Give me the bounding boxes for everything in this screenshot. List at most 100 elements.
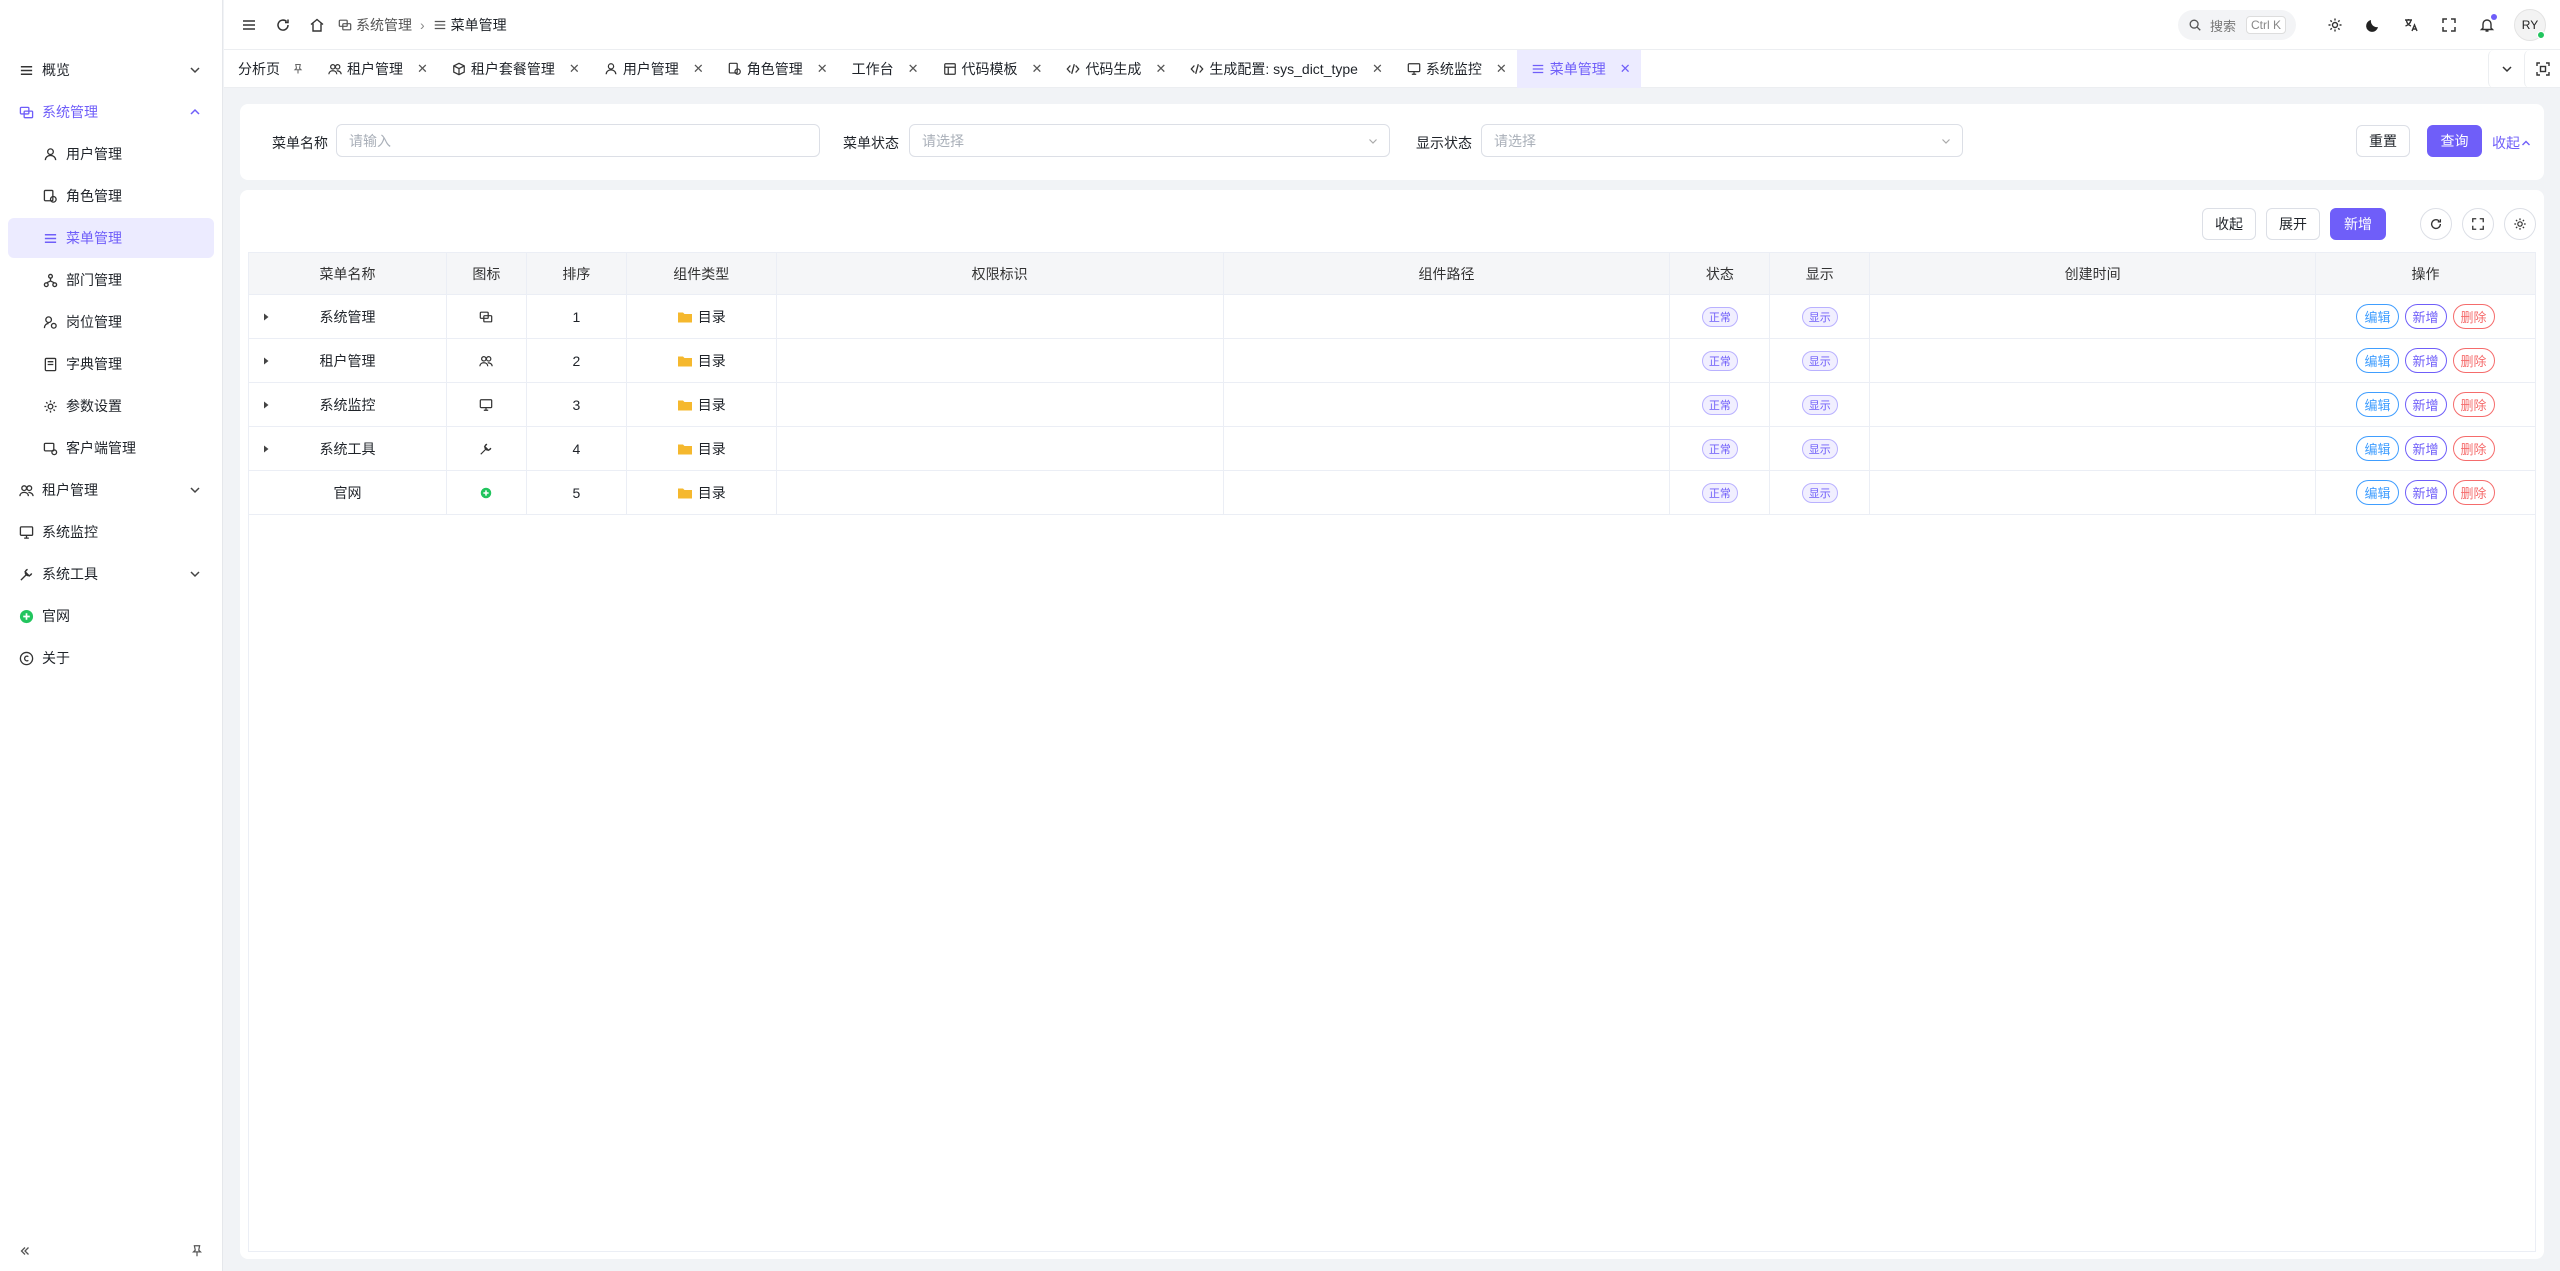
add-child-button[interactable]: 新增 [2404, 436, 2447, 461]
column-header: 组件类型 [627, 253, 777, 294]
avatar-initials: RY [2521, 18, 2539, 32]
close-icon[interactable]: ✕ [908, 61, 919, 77]
breadcrumb-current: 菜单管理 [450, 16, 507, 33]
expand-all-button[interactable]: 展开 [2266, 208, 2320, 240]
tab-monitor[interactable]: 系统监控 ✕ [1393, 50, 1517, 88]
chevron-down-icon[interactable] [2488, 50, 2524, 88]
add-menu-button[interactable]: 新增 [2330, 208, 2386, 240]
cell-type: 目录 [627, 427, 777, 470]
sidebar-item-config[interactable]: 参数设置 [8, 386, 214, 426]
refresh-icon[interactable] [266, 8, 300, 42]
delete-button[interactable]: 删除 [2452, 480, 2495, 505]
add-child-button[interactable]: 新增 [2404, 392, 2447, 417]
tab-workspace[interactable]: 工作台 ✕ [838, 50, 929, 88]
tab-menus[interactable]: 菜单管理 ✕ [1516, 49, 1641, 88]
cell-icon [447, 383, 527, 426]
sidebar-item-website[interactable]: 官网 [8, 596, 214, 636]
sidebar-item-tools[interactable]: 系统工具 [8, 554, 214, 594]
tab-code-template[interactable]: 代码模板 ✕ [929, 50, 1053, 88]
delete-button[interactable]: 删除 [2452, 436, 2495, 461]
sidebar-item-tenant[interactable]: 租户管理 [8, 470, 214, 510]
pin-icon[interactable] [188, 1242, 206, 1260]
tab-code-gen[interactable]: 代码生成 ✕ [1052, 50, 1176, 88]
menu-name-input[interactable]: 请输入 [336, 124, 820, 157]
column-settings-icon[interactable] [2504, 208, 2536, 240]
expand-row-icon[interactable] [261, 312, 271, 322]
delete-button[interactable]: 删除 [2452, 304, 2495, 329]
visible-status-select[interactable]: 请选择 [1481, 124, 1963, 157]
close-icon[interactable]: ✕ [1032, 61, 1043, 77]
sidebar-item-monitor[interactable]: 系统监控 [8, 512, 214, 552]
edit-button[interactable]: 编辑 [2356, 348, 2399, 373]
home-icon[interactable] [300, 8, 334, 42]
column-header: 操作 [2411, 265, 2440, 282]
expand-row-icon[interactable] [261, 444, 271, 454]
sidebar-item-system[interactable]: 系统管理 [8, 92, 214, 132]
fullscreen-icon[interactable] [2462, 208, 2494, 240]
tab-roles[interactable]: 角色管理 ✕ [714, 50, 838, 88]
add-child-button[interactable]: 新增 [2404, 348, 2447, 373]
refresh-icon[interactable] [2420, 208, 2452, 240]
tab-tenant-package[interactable]: 租户套餐管理 ✕ [438, 50, 590, 88]
sidebar-item-roles[interactable]: 角色管理 [8, 176, 214, 216]
sidebar-item-label: 关于 [42, 650, 70, 666]
tab-users[interactable]: 用户管理 ✕ [590, 50, 714, 88]
avatar[interactable]: RY [2514, 9, 2546, 41]
collapse-filter-link[interactable]: 收起 [2492, 133, 2532, 153]
cell-time [1870, 427, 2317, 470]
close-icon[interactable]: ✕ [417, 61, 428, 77]
expand-row-icon[interactable] [261, 356, 271, 366]
delete-button[interactable]: 删除 [2452, 348, 2495, 373]
menu-toggle-icon[interactable] [232, 8, 266, 42]
sidebar-item-menus[interactable]: 菜单管理 [8, 218, 214, 258]
tabs-actions [2488, 50, 2560, 88]
expand-row-icon[interactable] [261, 400, 271, 410]
settings-icon[interactable] [2318, 8, 2352, 42]
maximize-icon[interactable] [2524, 50, 2560, 88]
translate-icon[interactable] [2394, 8, 2428, 42]
breadcrumb-item[interactable]: 系统管理 [356, 15, 412, 35]
close-icon[interactable]: ✕ [1155, 61, 1166, 77]
edit-button[interactable]: 编辑 [2356, 480, 2399, 505]
close-icon[interactable]: ✕ [817, 61, 828, 77]
cell-time [1870, 295, 2317, 338]
component-type: 目录 [697, 352, 726, 369]
add-child-button[interactable]: 新增 [2404, 480, 2447, 505]
tab-analytics[interactable]: 分析页 [224, 50, 314, 88]
menu-table-card: 收起 展开 新增 菜单名称 图标 排序 组件类型 权限标识 组件路径 状态 显示… [240, 190, 2544, 1259]
edit-button[interactable]: 编辑 [2356, 436, 2399, 461]
close-icon[interactable]: ✕ [1372, 61, 1383, 77]
sidebar-item-dict[interactable]: 字典管理 [8, 344, 214, 384]
pin-icon[interactable] [292, 63, 304, 75]
collapse-all-button[interactable]: 收起 [2202, 208, 2256, 240]
sidebar-item-about[interactable]: 关于 [8, 638, 214, 678]
status-badge: 正常 [1701, 394, 1738, 415]
delete-button[interactable]: 删除 [2452, 392, 2495, 417]
close-icon[interactable]: ✕ [1496, 61, 1507, 77]
close-icon[interactable]: ✕ [569, 61, 580, 77]
close-icon[interactable]: ✕ [1620, 61, 1631, 77]
sidebar-item-label: 租户管理 [42, 482, 98, 498]
sidebar-item-clients[interactable]: 客户端管理 [8, 428, 214, 468]
add-child-button[interactable]: 新增 [2404, 304, 2447, 329]
menu-status-select[interactable]: 请选择 [909, 124, 1390, 157]
column-header: 状态 [1670, 253, 1771, 294]
tab-tenant[interactable]: 租户管理 ✕ [314, 50, 438, 88]
notification-bell-icon[interactable] [2470, 8, 2504, 42]
search-button[interactable]: 搜索 Ctrl K [2178, 10, 2296, 40]
sidebar-item-depts[interactable]: 部门管理 [8, 260, 214, 300]
reset-button[interactable]: 重置 [2356, 125, 2410, 157]
component-type: 目录 [697, 396, 726, 413]
fullscreen-icon[interactable] [2432, 8, 2466, 42]
sidebar-item-users[interactable]: 用户管理 [8, 134, 214, 174]
edit-button[interactable]: 编辑 [2356, 304, 2399, 329]
close-icon[interactable]: ✕ [693, 61, 704, 77]
edit-button[interactable]: 编辑 [2356, 392, 2399, 417]
collapse-sidebar-icon[interactable] [16, 1242, 34, 1260]
sidebar-item-posts[interactable]: 岗位管理 [8, 302, 214, 342]
tab-gen-config[interactable]: 生成配置: sys_dict_type ✕ [1176, 50, 1393, 88]
system-icon [338, 18, 352, 32]
dark-mode-icon[interactable] [2356, 8, 2390, 42]
sidebar-item-overview[interactable]: 概览 [8, 50, 214, 90]
query-button[interactable]: 查询 [2427, 125, 2482, 157]
